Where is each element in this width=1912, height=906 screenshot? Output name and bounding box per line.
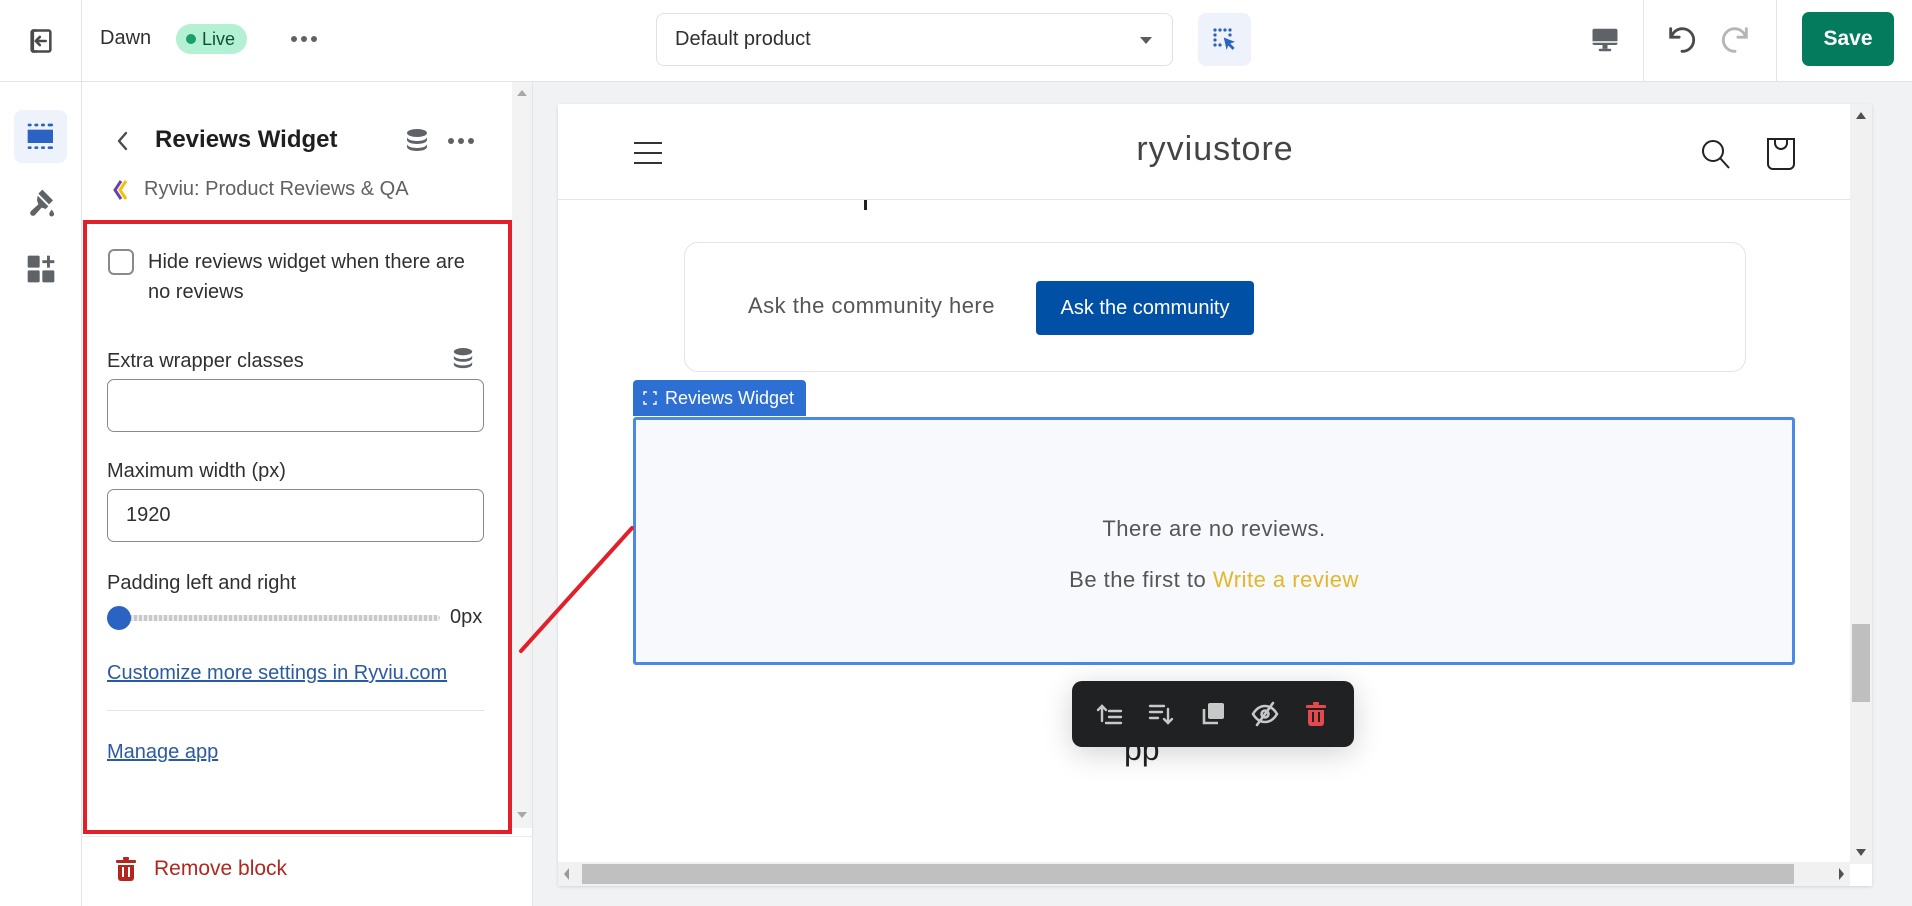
search-icon: [1702, 140, 1730, 169]
database-icon: [407, 129, 427, 151]
be-first-text: Be the first to Write a review: [1069, 567, 1359, 592]
rail-item-app-embeds[interactable]: [14, 242, 67, 295]
remove-block-label: Remove block: [154, 857, 288, 880]
template-select[interactable]: Default product: [656, 13, 1173, 66]
trash-icon: [116, 857, 136, 881]
redo-button[interactable]: [1713, 18, 1757, 62]
ryviu-logo-icon: [113, 179, 128, 200]
reviews-widget-block[interactable]: There are no reviews. Be the first to Wr…: [633, 417, 1795, 665]
preview-vertical-scrollbar[interactable]: [1850, 104, 1872, 864]
scroll-down-arrow-icon[interactable]: [1856, 849, 1866, 856]
move-up-button[interactable]: [1090, 694, 1130, 734]
duplicate-icon: [1202, 703, 1224, 725]
preview-horizontal-scrollbar[interactable]: [558, 862, 1850, 886]
more-horizontal-icon: [448, 138, 454, 144]
hide-block-button[interactable]: [1245, 694, 1285, 734]
rail-item-theme-settings[interactable]: [14, 176, 67, 229]
annotation-highlight-box: [83, 220, 512, 834]
block-select-icon: [643, 391, 657, 405]
scroll-right-arrow-icon[interactable]: [1839, 868, 1844, 880]
block-more-actions-button[interactable]: [444, 126, 478, 156]
more-horizontal-icon: [291, 36, 297, 42]
clipped-text-fragment: [864, 200, 867, 210]
write-review-link[interactable]: Write a review: [1213, 567, 1359, 592]
reviews-widget-tag-label: Reviews Widget: [665, 387, 795, 408]
theme-name: Dawn: [100, 27, 152, 49]
community-qa-box: Ask the community here Ask the community: [684, 242, 1746, 372]
inspector-toggle-button[interactable]: [1198, 13, 1251, 66]
live-status-badge: Live: [176, 24, 248, 54]
template-select-value: Default product: [675, 28, 811, 50]
app-source: Ryviu: Product Reviews & QA: [112, 178, 409, 201]
scroll-down-arrow-icon[interactable]: [517, 812, 527, 818]
store-header: ryviustore: [558, 104, 1872, 200]
top-bar: Dawn Live Default product Save: [0, 0, 1912, 82]
no-reviews-text: There are no reviews.: [1102, 516, 1326, 541]
undo-icon: [1669, 27, 1696, 53]
sidebar-scrollbar[interactable]: [512, 82, 532, 828]
delete-icon: [1306, 702, 1327, 726]
theme-more-actions-button[interactable]: [287, 24, 321, 54]
sections-icon: [27, 123, 53, 149]
scroll-up-arrow-icon[interactable]: [517, 90, 527, 96]
search-button[interactable]: [1698, 136, 1734, 172]
add-app-blocks-icon: [27, 255, 54, 282]
storefront-preview: ryviustore Ask the community here Ask th…: [558, 104, 1872, 886]
theme-settings-brush-icon: [29, 189, 54, 216]
store-name[interactable]: ryviustore: [558, 130, 1872, 169]
move-up-icon: [1096, 704, 1122, 725]
scroll-up-arrow-icon[interactable]: [1856, 112, 1866, 119]
move-down-button[interactable]: [1141, 694, 1181, 734]
preview-vertical-scroll-thumb[interactable]: [1852, 624, 1870, 702]
shopping-bag-icon: [1767, 138, 1795, 170]
redo-icon: [1721, 27, 1748, 53]
dynamic-source-button[interactable]: [402, 126, 432, 156]
delete-block-button[interactable]: [1296, 694, 1336, 734]
preview-horizontal-scroll-thumb[interactable]: [582, 864, 1794, 884]
remove-block-button[interactable]: Remove block: [114, 856, 287, 882]
chevron-left-icon: [117, 131, 128, 151]
cart-button[interactable]: [1764, 134, 1800, 172]
live-dot-icon: [186, 34, 196, 44]
exit-button[interactable]: [0, 0, 82, 81]
left-rail: [0, 82, 82, 906]
ask-community-button[interactable]: Ask the community: [1036, 281, 1254, 335]
undo-button[interactable]: [1660, 18, 1704, 62]
exit-icon: [29, 28, 52, 53]
hide-icon: [1251, 701, 1279, 727]
back-button[interactable]: [108, 124, 138, 158]
community-prompt: Ask the community here: [748, 293, 995, 318]
block-title: Reviews Widget: [155, 126, 338, 153]
topbar-divider: [1776, 0, 1777, 81]
live-badge-label: Live: [202, 28, 236, 49]
inspector-select-icon: [1212, 27, 1235, 50]
reviews-widget-tag[interactable]: Reviews Widget: [633, 380, 807, 416]
topbar-divider: [1643, 0, 1644, 81]
device-preview-button[interactable]: [1584, 20, 1626, 60]
duplicate-button[interactable]: [1193, 694, 1233, 734]
block-floating-toolbar: [1072, 681, 1354, 747]
scroll-left-arrow-icon[interactable]: [564, 868, 569, 880]
app-name: Ryviu: Product Reviews & QA: [144, 178, 409, 200]
desktop-icon: [1592, 28, 1618, 52]
caret-down-icon: [1140, 37, 1152, 44]
move-down-icon: [1149, 704, 1174, 725]
sidebar-footer-divider: [82, 836, 533, 837]
save-button[interactable]: Save: [1802, 12, 1894, 66]
rail-item-sections[interactable]: [14, 110, 67, 163]
